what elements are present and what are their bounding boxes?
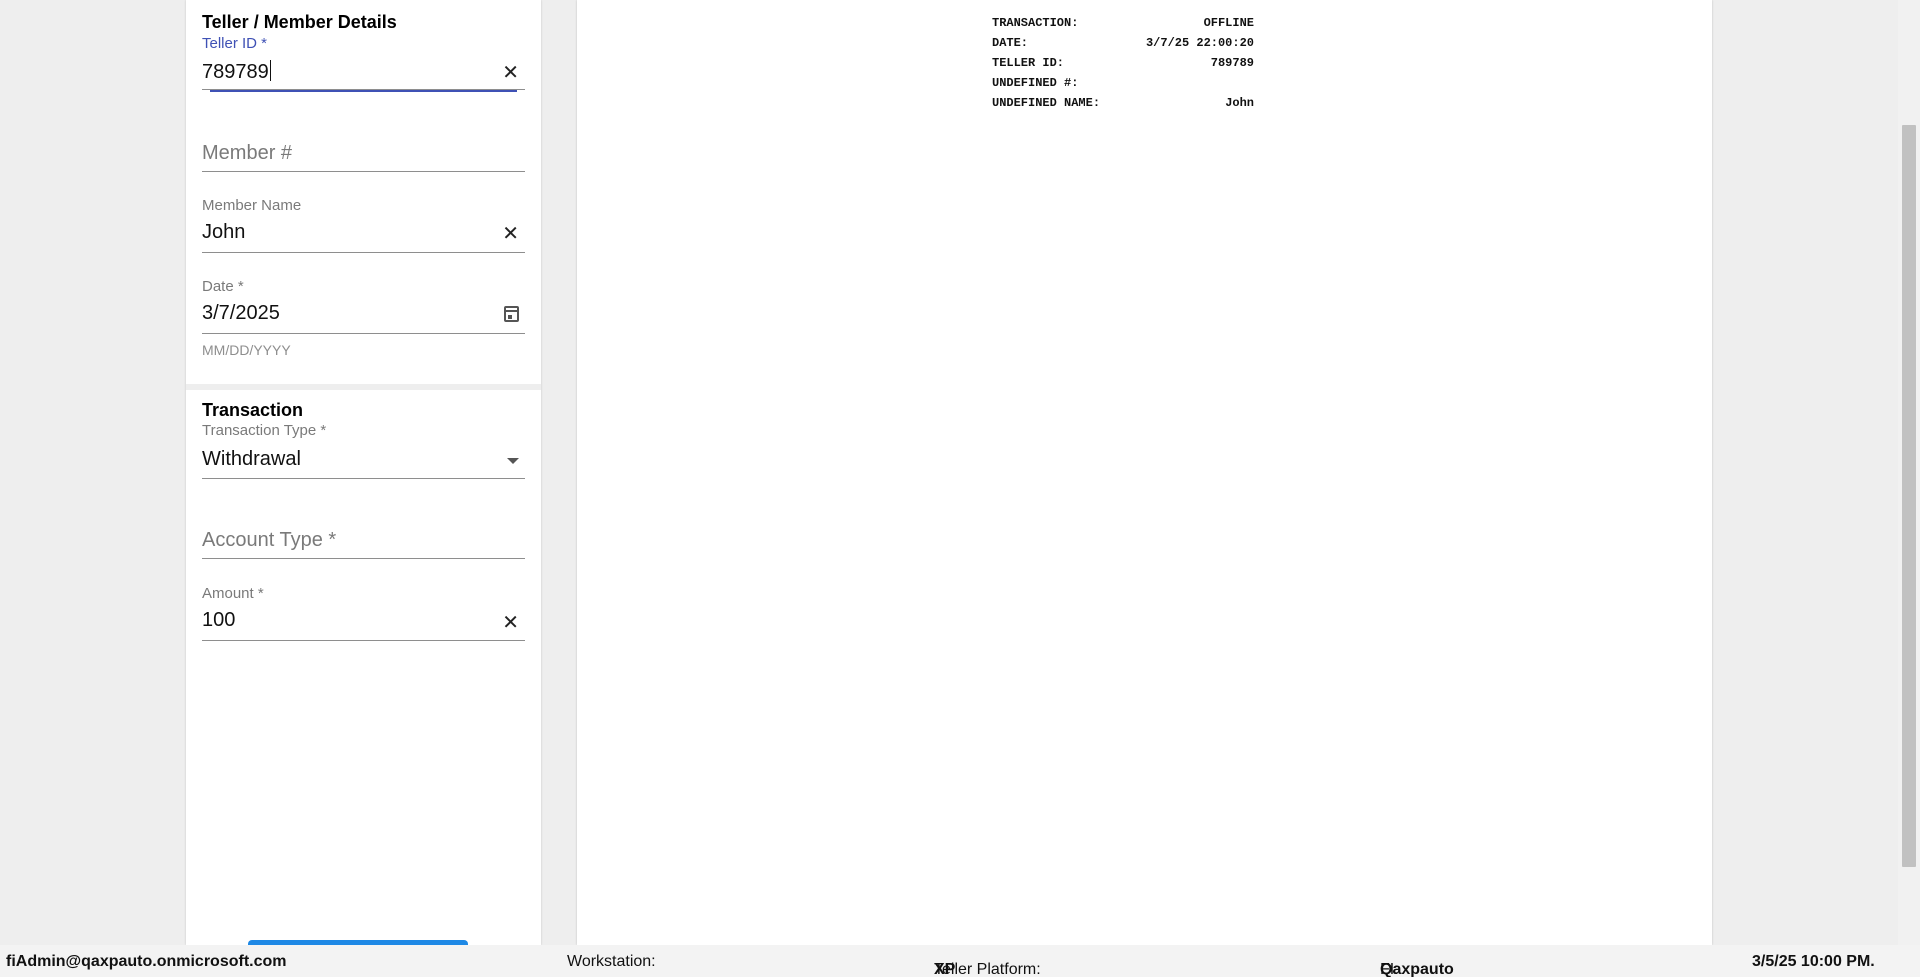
calendar-icon[interactable] — [504, 306, 519, 322]
date-input[interactable]: 3/7/2025 — [202, 302, 280, 325]
member-number-field[interactable]: Member # — [202, 140, 525, 172]
dropdown-arrow-icon[interactable] — [507, 458, 519, 464]
transaction-type-select[interactable]: Transaction Type * Withdrawal — [202, 422, 525, 480]
status-datetime: 3/5/25 10:00 PM. — [1752, 953, 1875, 970]
date-label: Date * — [202, 278, 244, 295]
clear-member-name-icon[interactable]: ✕ — [502, 224, 519, 244]
clear-teller-id-icon[interactable]: ✕ — [502, 63, 519, 83]
account-type-select[interactable]: Account Type * — [202, 527, 525, 561]
clear-amount-icon[interactable]: ✕ — [502, 613, 519, 633]
receipt-row: DATE: 3/7/25 22:00:20 — [992, 36, 1254, 50]
member-number-input[interactable]: Member # — [202, 142, 292, 165]
form-panel: Teller / Member Details Teller ID * 7897… — [186, 0, 541, 950]
focus-underline — [210, 90, 517, 92]
transaction-type-label: Transaction Type * — [202, 422, 327, 439]
amount-input[interactable]: 100 — [202, 609, 235, 632]
teller-member-section-title: Teller / Member Details — [202, 12, 397, 32]
transaction-type-value[interactable]: Withdrawal — [202, 448, 301, 471]
account-type-placeholder[interactable]: Account Type * — [202, 529, 336, 552]
teller-id-label: Teller ID * — [202, 35, 268, 52]
teller-id-field[interactable]: Teller ID * 789789 ✕ — [202, 34, 525, 94]
scrollbar-thumb[interactable] — [1902, 125, 1916, 867]
status-bar: fiAdmin@qaxpauto.onmicrosoft.com Worksta… — [0, 945, 1920, 977]
receipt-row: TRANSACTION: OFFLINE — [992, 16, 1254, 30]
teller-id-input[interactable]: 789789 — [202, 60, 271, 84]
date-format-helper: MM/DD/YYYY — [202, 342, 291, 358]
vertical-scrollbar[interactable] — [1898, 0, 1920, 945]
current-user: fiAdmin@qaxpauto.onmicrosoft.com — [6, 953, 287, 970]
receipt-text: TRANSACTION: OFFLINE DATE: 3/7/25 22:00:20… — [992, 16, 1254, 116]
member-name-input[interactable]: John — [202, 221, 245, 244]
amount-label: Amount * — [202, 585, 264, 602]
amount-field[interactable]: Amount * 100 ✕ — [202, 585, 525, 641]
receipt-row: UNDEFINED NAME: John — [992, 96, 1254, 110]
date-field[interactable]: Date * 3/7/2025 MM/DD/YYYY — [202, 278, 525, 363]
receipt-preview: TRANSACTION: OFFLINE DATE: 3/7/25 22:00:20… — [577, 0, 1712, 945]
member-name-label: Member Name — [202, 197, 302, 214]
transaction-section-title: Transaction — [202, 400, 304, 420]
member-name-field[interactable]: Member Name John ✕ — [202, 197, 525, 253]
workstation-label: Workstation: — [567, 953, 656, 970]
receipt-row: UNDEFINED #: — [992, 76, 1079, 90]
receipt-row: TELLER ID: 789789 — [992, 56, 1254, 70]
